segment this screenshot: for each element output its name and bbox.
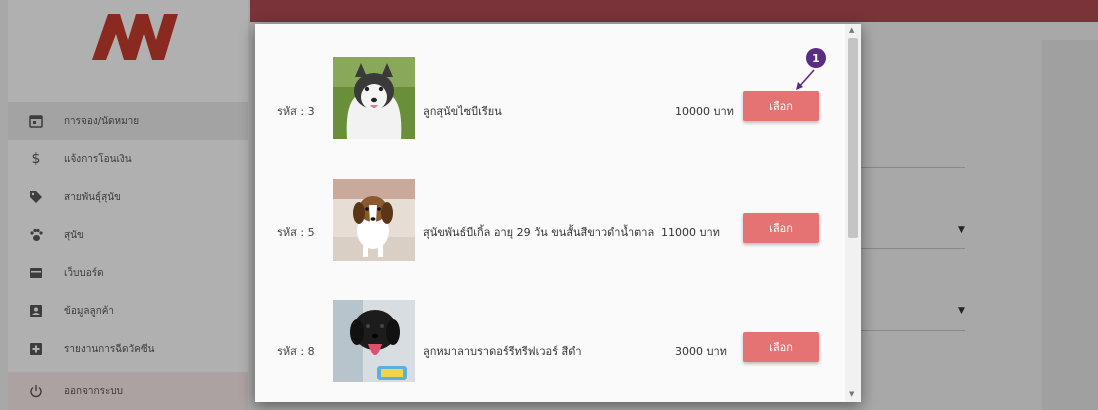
scroll-down-icon[interactable]: ▼	[849, 390, 854, 398]
scroll-thumb[interactable]	[848, 38, 858, 238]
item-price: 3000 บาท	[675, 345, 727, 358]
list-item: รหัส : 3 ลูกสุนัขไซบีเรียน 10000 บาท เลื…	[255, 44, 845, 144]
item-name: ลูกสุนัขไซบีเรียน	[423, 105, 502, 118]
list-item: รหัส : 8 ลูกหมาลาบราดอร์รีทรีฟเวอร์ สีดำ…	[255, 288, 845, 388]
item-price: 10000 บาท	[675, 105, 734, 118]
callout-arrow-icon	[796, 69, 815, 90]
item-price: 11000 บาท	[661, 226, 720, 239]
scroll-up-icon[interactable]: ▲	[849, 26, 854, 34]
item-code: รหัส : 8	[277, 345, 315, 358]
item-code: รหัส : 5	[277, 226, 315, 239]
modal-scrollbar[interactable]: ▲ ▼	[845, 24, 861, 402]
list-item: รหัส : 5 สุนัขพันธ์บีเกิ้ล อายุ 29 วัน ข…	[255, 167, 845, 267]
black-labrador-puppy-image	[333, 300, 415, 382]
select-dog-modal: รหัส : 3 ลูกสุนัขไซบีเรียน 10000 บาท เลื…	[255, 24, 861, 402]
item-code: รหัส : 3	[277, 105, 315, 118]
item-name: สุนัขพันธ์บีเกิ้ล อายุ 29 วัน ขนสั้นสีขา…	[423, 226, 655, 239]
beagle-puppy-image	[333, 179, 415, 261]
husky-puppy-image	[333, 57, 415, 139]
callout-marker: 1	[806, 48, 826, 68]
select-button[interactable]: เลือก	[743, 332, 819, 362]
select-button[interactable]: เลือก	[743, 213, 819, 243]
item-name: ลูกหมาลาบราดอร์รีทรีฟเวอร์ สีดำ	[423, 345, 582, 358]
